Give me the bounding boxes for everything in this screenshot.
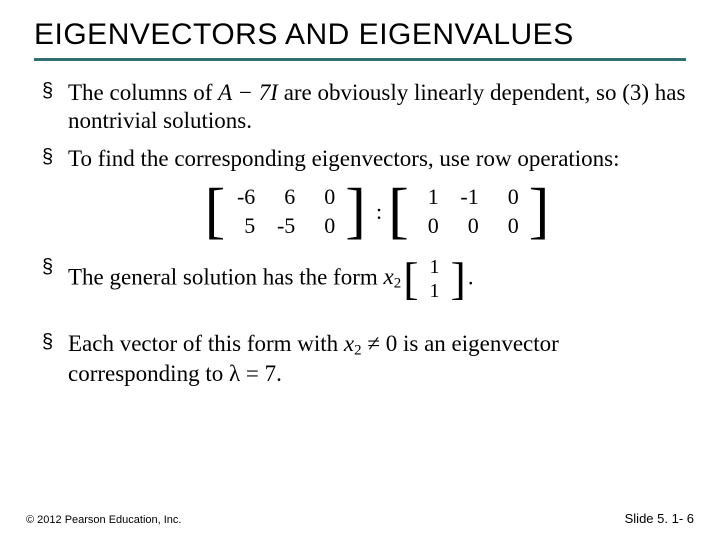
- matrix-right: [ 1-10 000 ]: [388, 183, 549, 241]
- right-bracket-icon: ]: [451, 261, 466, 298]
- right-bracket-icon: ]: [345, 187, 366, 237]
- copyright-footer: © 2012 Pearson Education, Inc.: [26, 514, 181, 526]
- colon-separator: :: [376, 199, 382, 226]
- lambda-eq-7: λ = 7: [229, 361, 276, 386]
- bullet-list: The columns of A − 7I are obviously line…: [34, 79, 686, 388]
- bullet-3-dot: .: [468, 264, 474, 289]
- slide-number: Slide 5. 1- 6: [625, 511, 694, 526]
- left-bracket-icon: [: [388, 187, 409, 237]
- row-reduction-display: [ -660 5-50 ] : [ 1-10 000: [68, 183, 686, 241]
- right-bracket-icon: ]: [529, 187, 550, 237]
- bullet-1-text-a: The columns of: [68, 80, 218, 105]
- matrix-right-body: 1-10 000: [409, 183, 529, 241]
- x2-coefficient: x2: [384, 264, 402, 289]
- slide: EIGENVECTORS AND EIGENVALUES The columns…: [0, 0, 720, 540]
- left-bracket-icon: [: [403, 261, 418, 298]
- bullet-2-text: To find the corresponding eigenvectors, …: [68, 146, 620, 171]
- bullet-4: Each vector of this form with x2 ≠ 0 is …: [42, 330, 686, 388]
- matrix-left-body: -660 5-50: [225, 183, 345, 241]
- bullet-1: The columns of A − 7I are obviously line…: [42, 79, 686, 135]
- expr-a-minus-7i: A − 7I: [218, 80, 278, 105]
- left-bracket-icon: [: [205, 187, 226, 237]
- bullet-3-text-a: The general solution has the form: [68, 264, 384, 289]
- x2-neq-0: x2 ≠ 0: [344, 331, 397, 356]
- bullet-3: The general solution has the form x2 [ 1…: [42, 255, 686, 304]
- slide-title: EIGENVECTORS AND EIGENVALUES: [34, 18, 686, 61]
- solution-vector-body: 1 1: [419, 255, 451, 304]
- solution-vector: [ 1 1 ]: [403, 255, 466, 304]
- bullet-4-dot: .: [276, 361, 282, 386]
- bullet-2: To find the corresponding eigenvectors, …: [42, 145, 686, 241]
- matrix-left: [ -660 5-50 ]: [205, 183, 366, 241]
- bullet-4-text-a: Each vector of this form with: [68, 331, 344, 356]
